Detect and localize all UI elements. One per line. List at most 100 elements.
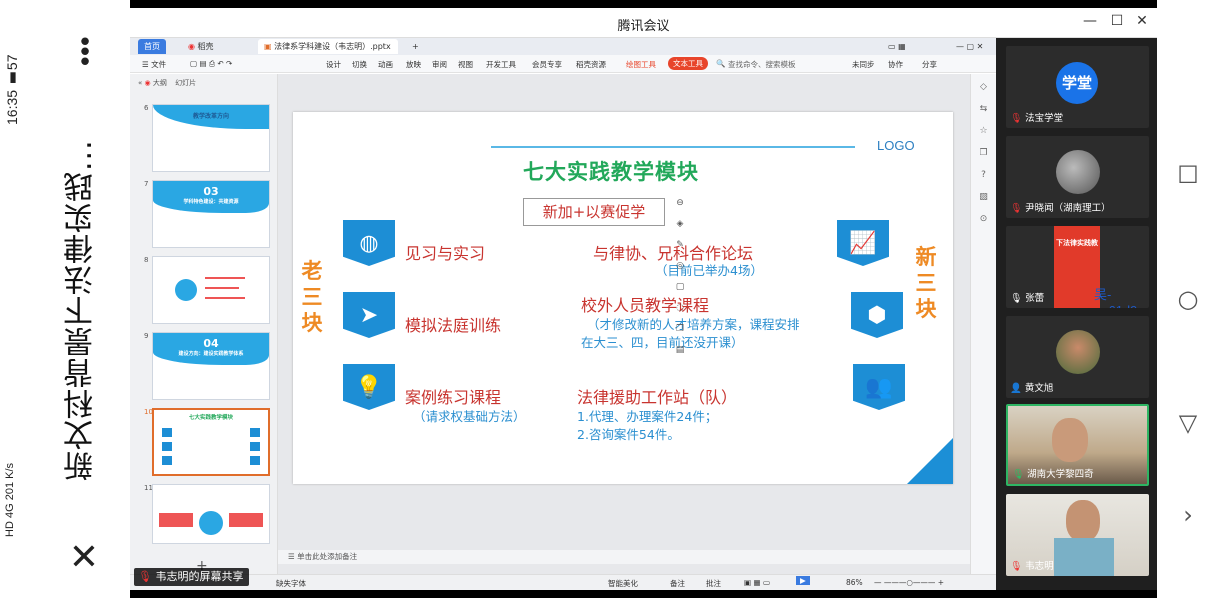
module-external-course: 校外人员教学课程 [581, 296, 710, 315]
layers-icon[interactable]: ◈ [673, 219, 687, 233]
minimize-button[interactable]: — [1080, 13, 1100, 29]
slide-thumbnail-7[interactable]: 03 学科特色建设：共建资源 [152, 180, 270, 248]
module-internship: 见习与实习 [405, 244, 486, 263]
thumb-title: 04 [203, 337, 219, 350]
tab-document[interactable]: ▣ 法律系学科建设（韦志明）.pptx [258, 39, 398, 54]
participant-name: 🎙 尹晓闻（湖南理工） [1010, 200, 1111, 214]
slide-thumbnail-10[interactable]: 七大实践教学模块 [152, 408, 270, 476]
slide-thumbnail-11[interactable] [152, 484, 270, 544]
thumb-decoration [229, 513, 263, 527]
help-icon[interactable]: ? [977, 170, 991, 184]
home-button[interactable]: ○ [1173, 284, 1203, 314]
avatar [1056, 330, 1100, 374]
crop-icon[interactable]: ▢ [673, 282, 687, 296]
tab-document-label: 法律系学科建设（韦志明）.pptx [274, 42, 391, 51]
maximize-button[interactable]: ☐ [1107, 13, 1127, 29]
star-icon[interactable]: ☆ [977, 126, 991, 140]
participant-tile-active[interactable]: 🎙 湖南大学黎四奇 [1006, 404, 1149, 486]
participant-panel: 学堂 🎙法宝学堂 🎙尹晓闻（湖南理工） 下法律实践教 吴-u_61d9 🎙张蕾 … [996, 38, 1157, 590]
minus-icon[interactable]: ⊖ [673, 198, 687, 212]
recent-apps-button[interactable]: ☐ [1173, 160, 1203, 190]
layout-icon[interactable]: ▭ ▦ [882, 39, 912, 54]
slide-top-line [491, 146, 855, 148]
participant-name: 🎙 湖南大学黎四奇 [1012, 466, 1094, 480]
menu-transition[interactable]: 切换 [352, 59, 367, 70]
new-tab-button[interactable]: + [406, 39, 425, 54]
copy-icon[interactable]: ❐ [977, 148, 991, 162]
search-icon[interactable]: 🔍 [716, 59, 725, 68]
comments-button[interactable]: 批注 [706, 578, 721, 589]
eye-icon[interactable]: ◎ [673, 261, 687, 275]
close-icon[interactable]: ✕ [66, 540, 102, 576]
missing-font[interactable]: 缺失字体 [276, 578, 306, 589]
android-status-area: 16:35 ▮57 HD 4G 201 K/s • • • 新文科背景下法律实践..… [0, 0, 130, 598]
zoom-slider[interactable]: — ———○——— + [874, 578, 944, 587]
slide-title[interactable]: 七大实践教学模块 [523, 156, 699, 186]
menu-member[interactable]: 会员专享 [532, 59, 562, 70]
mic-active-icon: 🎙 [1012, 469, 1025, 480]
adjust-icon[interactable]: ⇆ [977, 104, 991, 118]
wps-right-toolbar: ◇ ⇆ ☆ ❐ ? ▨ ⊙ [970, 74, 996, 574]
pen-icon[interactable]: ✎ [673, 240, 687, 254]
participant-tile[interactable]: 学堂 🎙 法宝学堂 [1006, 46, 1149, 128]
left-group-label: 老三块 [301, 259, 323, 335]
play-button[interactable]: ▶ [796, 576, 810, 585]
window-controls-icon[interactable]: — ▢ ✕ [950, 39, 989, 54]
image-icon[interactable]: ▨ [977, 192, 991, 206]
clock-text: 16:35 [4, 90, 20, 126]
participant-tile[interactable]: 下法律实践教 吴-u_61d9 🎙张蕾 [1006, 226, 1149, 308]
window-close-button[interactable]: ✕ [1132, 13, 1152, 29]
menu-docer-resources[interactable]: 稻壳资源 [576, 59, 606, 70]
bulb-icon[interactable]: ◌ [673, 303, 687, 317]
menu-animation[interactable]: 动画 [378, 59, 393, 70]
participant-tile[interactable]: 🎙 尹晓闻（湖南理工） [1006, 136, 1149, 218]
menu-text-tools[interactable]: 文本工具 [668, 57, 708, 70]
android-nav-bar: ☐ ○ ▽ › [1157, 0, 1219, 598]
collaborate-button[interactable]: 协作 [888, 59, 903, 70]
tab-home[interactable]: 首页 [138, 39, 166, 54]
slide-thumbnail-9[interactable]: 04 建设方向：建设实践教学体系 [152, 332, 270, 400]
menu-design[interactable]: 设计 [326, 59, 341, 70]
slide-subtitle-textbox[interactable]: 新加+以赛促学 [523, 198, 665, 226]
quick-toolbar-icons[interactable]: ▢ ▤ ⎙ ↶ ↷ [190, 59, 232, 69]
more-options-icon[interactable]: • • • [70, 30, 100, 76]
participant-name-text: 张蕾 [1025, 293, 1045, 304]
tab-docer[interactable]: ◉ 稻壳 [182, 39, 220, 54]
sync-status[interactable]: 未同步 [852, 59, 875, 70]
slide-corner-decoration [907, 438, 953, 484]
menu-drawing-tools[interactable]: 绘图工具 [626, 59, 656, 70]
tab-slides[interactable]: 幻灯片 [175, 79, 196, 87]
tab-outline[interactable]: 大纲 [153, 79, 167, 87]
menu-slideshow[interactable]: 放映 [406, 59, 421, 70]
notes-bar[interactable]: ☰ 单击此处添加备注 [278, 550, 970, 564]
zoom-level[interactable]: 86% [846, 578, 863, 587]
menu-view[interactable]: 视图 [458, 59, 473, 70]
record-icon[interactable]: ◉ [145, 79, 151, 87]
copy-icon[interactable]: ❐ [673, 324, 687, 338]
collapse-icon[interactable]: « [138, 79, 142, 87]
format-icon[interactable]: ▤ [673, 345, 687, 359]
chevron-right-icon[interactable]: › [1173, 500, 1203, 530]
participant-name-text: 韦志明 [1025, 561, 1054, 572]
thumb-decoration [175, 279, 197, 301]
smart-beautify[interactable]: 智能美化 [608, 578, 638, 589]
overlay-text: 吴-u_61d9 [1094, 287, 1137, 308]
slide-thumbnail-6[interactable]: 教学改革方向 [152, 104, 270, 172]
command-search[interactable]: 查找命令、搜索模板 [728, 59, 796, 70]
share-button[interactable]: 分享 [922, 59, 937, 70]
participant-tile[interactable]: 🎙 韦志明 [1006, 494, 1149, 576]
menu-developer[interactable]: 开发工具 [486, 59, 516, 70]
thumb-number: 7 [144, 180, 149, 188]
slide-thumbnail-8[interactable] [152, 256, 270, 324]
back-button[interactable]: ▽ [1173, 408, 1203, 438]
menu-file[interactable]: ☰ 文件 [142, 59, 166, 70]
slide-canvas[interactable]: LOGO 七大实践教学模块 新加+以赛促学 老三块 新三块 ◍ ➤ 💡 📈 ⬢ … [293, 112, 953, 484]
notes-button[interactable]: 备注 [670, 578, 685, 589]
sidebar-icon[interactable]: ◇ [977, 82, 991, 96]
participant-tile[interactable]: 👤 黄文旭 [1006, 316, 1149, 398]
menu-review[interactable]: 审阅 [432, 59, 447, 70]
notes-placeholder: 单击此处添加备注 [297, 552, 358, 561]
view-mode-icons[interactable]: ▣ ▦ ▭ [744, 578, 770, 587]
participant-name: 🎙 张蕾 [1010, 290, 1044, 304]
location-icon[interactable]: ⊙ [977, 214, 991, 228]
